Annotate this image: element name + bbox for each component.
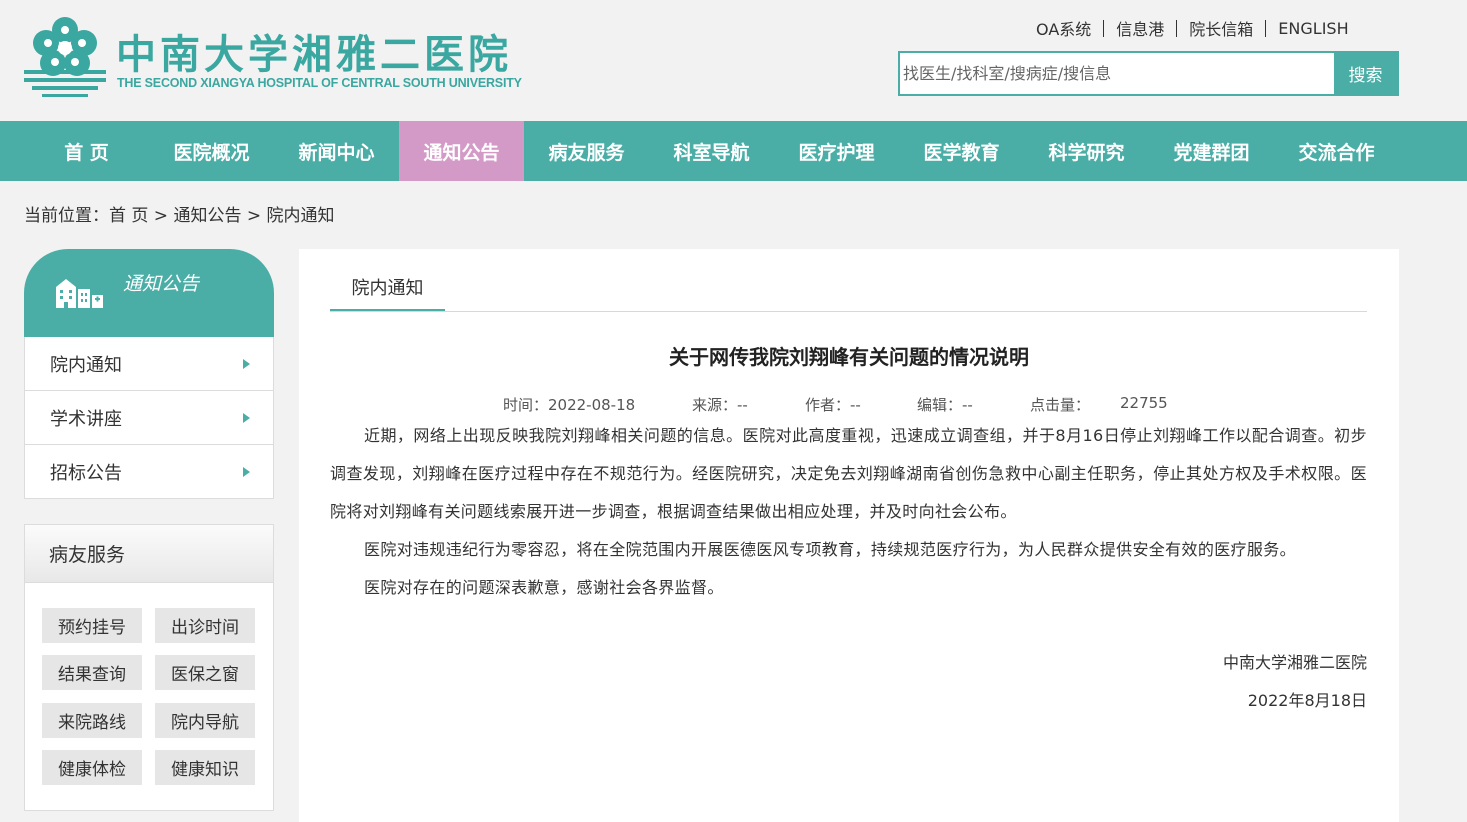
sidebar-item-academic-lectures[interactable]: 学术讲座 <box>25 391 273 445</box>
article-paragraph: 医院对违规违纪行为零容忍，将在全院范围内开展医德医风专项教育，持续规范医疗行为，… <box>364 540 1296 559</box>
hospital-logo[interactable]: 中南大学湘雅二医院 THE SECOND XIANGYA HOSPITAL OF… <box>22 12 542 102</box>
service-appointment[interactable]: 预约挂号 <box>42 608 142 643</box>
divider <box>330 311 1367 312</box>
breadcrumb-separator: > <box>241 206 267 226</box>
logo-english-name: THE SECOND XIANGYA HOSPITAL OF CENTRAL S… <box>117 76 522 90</box>
meta-views-label: 点击量： <box>1030 396 1091 414</box>
article-paragraph: 近期，网络上出现反映我院刘翔峰相关问题的信息。医院对此高度重视，迅速成立调查组，… <box>330 426 1367 521</box>
main-nav: 首 页 医院概况 新闻中心 通知公告 病友服务 科室导航 医疗护理 医学教育 科… <box>0 121 1467 181</box>
nav-item-education[interactable]: 医学教育 <box>899 121 1024 181</box>
triangle-right-icon <box>243 412 250 423</box>
article-paragraph: 医院对存在的问题深表歉意，感谢社会各界监督。 <box>364 578 724 597</box>
breadcrumb-prefix: 当前位置： <box>24 206 109 226</box>
breadcrumb-notices[interactable]: 通知公告 <box>173 206 241 226</box>
nav-item-party[interactable]: 党建群团 <box>1149 121 1274 181</box>
nav-item-medical-nursing[interactable]: 医疗护理 <box>774 121 899 181</box>
meta-views-count: 22755 <box>1120 394 1168 412</box>
top-link-oa[interactable]: OA系统 <box>1036 16 1091 40</box>
article-signature: 中南大学湘雅二医院 <box>1222 653 1367 672</box>
patient-services-title: 病友服务 <box>25 525 273 583</box>
tab-internal-notice[interactable]: 院内通知 <box>330 269 445 312</box>
breadcrumb-home[interactable]: 首 页 <box>109 206 148 226</box>
nav-item-home[interactable]: 首 页 <box>24 121 149 181</box>
building-icon <box>56 279 103 308</box>
top-links: OA系统 信息港 院长信箱 ENGLISH <box>1036 16 1349 40</box>
search-input[interactable] <box>900 53 1334 94</box>
nav-item-overview[interactable]: 医院概况 <box>149 121 274 181</box>
sidebar-menu: 院内通知 学术讲座 招标公告 <box>24 337 274 499</box>
top-link-president-mailbox[interactable]: 院长信箱 <box>1189 16 1253 40</box>
logo-chinese-name: 中南大学湘雅二医院 <box>116 31 512 78</box>
meta-time: 时间：2022-08-18 <box>503 396 636 414</box>
divider <box>1265 19 1267 37</box>
nav-item-exchange[interactable]: 交流合作 <box>1274 121 1399 181</box>
article-body: 近期，网络上出现反映我院刘翔峰相关问题的信息。医院对此高度重视，迅速成立调查组，… <box>330 417 1367 607</box>
sidebar-item-internal-notice[interactable]: 院内通知 <box>25 337 273 391</box>
sidebar-item-label: 院内通知 <box>50 354 122 376</box>
triangle-right-icon <box>243 358 250 369</box>
meta-author: 作者：-- <box>805 396 861 414</box>
patient-services-panel: 病友服务 预约挂号 出诊时间 结果查询 医保之窗 来院路线 院内导航 健康体检 … <box>24 524 274 811</box>
meta-editor: 编辑：-- <box>917 396 973 414</box>
nav-item-notices[interactable]: 通知公告 <box>399 121 524 181</box>
breadcrumb-separator: > <box>148 206 174 226</box>
meta-source: 来源：-- <box>692 396 748 414</box>
service-directions[interactable]: 来院路线 <box>42 703 142 738</box>
sidebar-item-tender-notices[interactable]: 招标公告 <box>25 445 273 498</box>
service-checkup[interactable]: 健康体检 <box>42 750 142 785</box>
nav-item-research[interactable]: 科学研究 <box>1024 121 1149 181</box>
article-title: 关于网传我院刘翔峰有关问题的情况说明 <box>669 345 1029 369</box>
sidebar-item-label: 招标公告 <box>50 462 122 484</box>
service-schedule[interactable]: 出诊时间 <box>155 608 255 643</box>
service-hospital-nav[interactable]: 院内导航 <box>155 703 255 738</box>
service-insurance[interactable]: 医保之窗 <box>155 655 255 690</box>
nav-item-departments[interactable]: 科室导航 <box>649 121 774 181</box>
divider <box>1103 19 1105 37</box>
breadcrumb-internal-notice[interactable]: 院内通知 <box>267 206 335 226</box>
top-link-english[interactable]: ENGLISH <box>1278 19 1348 38</box>
service-results[interactable]: 结果查询 <box>42 655 142 690</box>
breadcrumb: 当前位置：首 页 > 通知公告 > 院内通知 <box>24 201 335 226</box>
top-link-info-port[interactable]: 信息港 <box>1116 16 1164 40</box>
service-health-knowledge[interactable]: 健康知识 <box>155 750 255 785</box>
triangle-right-icon <box>243 466 250 477</box>
nav-item-news[interactable]: 新闻中心 <box>274 121 399 181</box>
sidebar-title: 通知公告 <box>123 273 200 295</box>
search-bar: 搜索 <box>898 51 1399 96</box>
divider <box>1176 19 1178 37</box>
article-panel: 院内通知 关于网传我院刘翔峰有关问题的情况说明 时间：2022-08-18 来源… <box>299 249 1399 822</box>
sidebar-item-label: 学术讲座 <box>50 408 122 430</box>
sidebar-header: 通知公告 <box>24 249 274 337</box>
article-date: 2022年8月18日 <box>1247 691 1367 710</box>
logo-flower-icon <box>24 17 106 97</box>
header: 中南大学湘雅二医院 THE SECOND XIANGYA HOSPITAL OF… <box>0 0 1467 121</box>
search-button[interactable]: 搜索 <box>1334 53 1397 94</box>
nav-item-patient-services[interactable]: 病友服务 <box>524 121 649 181</box>
